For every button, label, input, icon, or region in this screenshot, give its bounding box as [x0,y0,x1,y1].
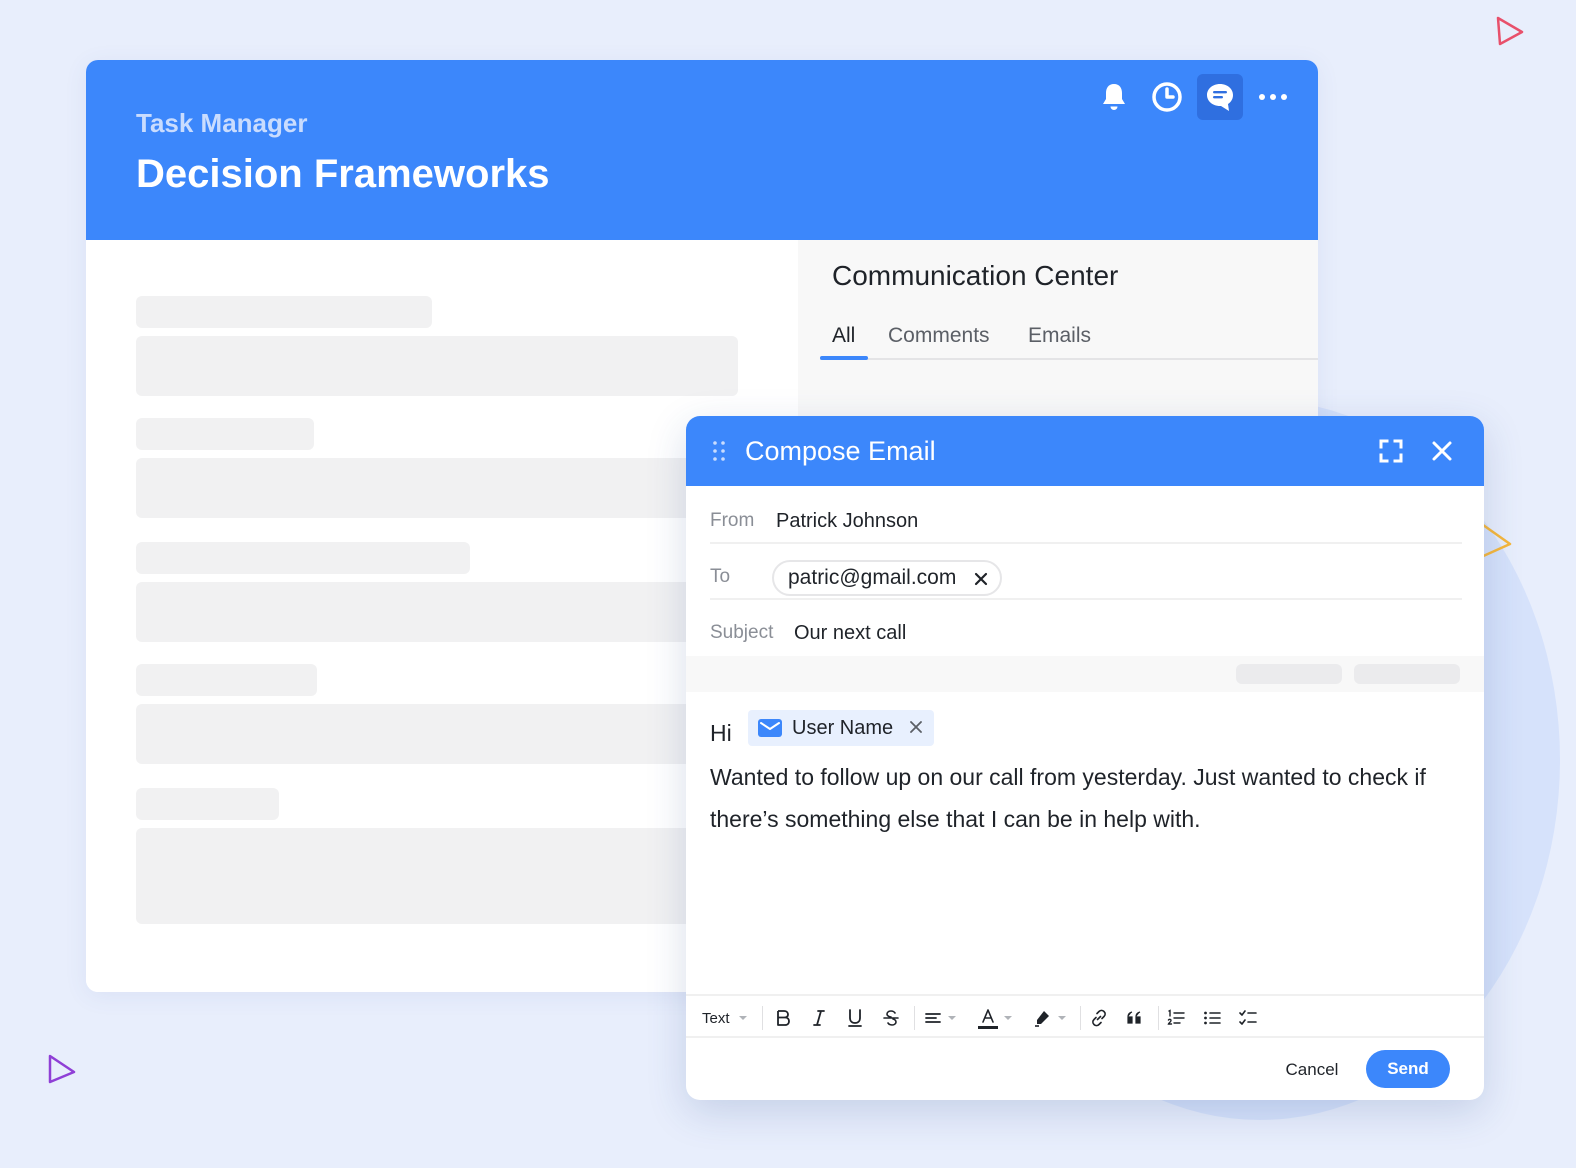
chevron-down-icon [1058,1016,1066,1020]
history-button[interactable] [1144,74,1190,120]
drag-handle-icon[interactable] [712,440,726,464]
skeleton-field [136,336,738,396]
dialog-header[interactable]: Compose Email [686,416,1484,486]
comments-button[interactable] [1197,74,1243,120]
bold-icon [777,1010,790,1026]
app-name: Task Manager [136,108,308,138]
chevron-down-icon [948,1016,956,1020]
mention-name: User Name [792,717,894,739]
checklist-button[interactable] [1238,1004,1258,1032]
highlighter-icon [1035,1011,1049,1027]
remove-mention-icon[interactable] [910,721,922,733]
recipient-email: patric@gmail.com [788,566,957,589]
skeleton-label [136,664,317,696]
link-button[interactable] [1090,1004,1108,1032]
align-dropdown[interactable] [924,1004,958,1032]
dialog-title: Compose Email [745,436,936,466]
subject-label: Subject [710,622,774,643]
toolbar-separator [1080,1006,1081,1030]
page-header: Task Manager Decision Frameworks [86,60,1318,240]
bold-button[interactable] [774,1004,792,1032]
header-actions [1084,74,1296,120]
subject-input[interactable]: Our next call [794,622,906,645]
field-divider [710,542,1462,544]
text-style-label: Text [702,1009,730,1027]
quote-button[interactable] [1126,1004,1144,1032]
expand-icon[interactable] [1378,438,1404,464]
align-left-icon [925,1013,941,1023]
ordered-list-icon [1167,1009,1185,1025]
chat-icon [1207,84,1233,111]
toolbar-separator [762,1006,763,1030]
skeleton-label [136,542,470,574]
compose-email-dialog: Compose Email From Patrick Johnson To pa… [686,416,1484,1100]
user-mention-tag[interactable]: User Name [748,710,934,746]
toolbar-separator [914,1006,915,1030]
email-body[interactable]: Wanted to follow up on our call from yes… [710,756,1450,840]
communication-tabs: All Comments Emails [820,324,1318,360]
more-horizontal-icon [1259,94,1287,100]
tab-comments[interactable]: Comments [876,324,1002,360]
text-color-icon [978,1009,998,1029]
checklist-icon [1239,1010,1257,1025]
triangle-decoration-red [1496,16,1524,46]
formatting-toolbar: Text [686,994,1484,1038]
link-icon [1092,1009,1106,1027]
skeleton-placeholder [1354,664,1460,684]
skeleton-field [136,828,738,924]
send-button[interactable]: Send [1366,1050,1450,1088]
tab-emails[interactable]: Emails [1016,324,1103,360]
tab-label: Emails [1028,324,1092,347]
tab-label: All [832,324,856,347]
field-divider [710,598,1462,600]
italic-button[interactable] [810,1004,828,1032]
skeleton-label [136,296,432,328]
highlight-dropdown[interactable] [1032,1004,1068,1032]
greeting-text: Hi [710,720,732,746]
envelope-icon [758,719,782,737]
skeleton-field [136,704,738,764]
text-style-dropdown[interactable]: Text [702,1004,750,1032]
numbered-list-button[interactable] [1166,1004,1186,1032]
strikethrough-button[interactable] [882,1004,900,1032]
italic-icon [813,1010,825,1026]
bullet-list-icon [1204,1011,1221,1025]
page-title: Decision Frameworks [136,152,550,196]
notifications-button[interactable] [1091,74,1137,120]
close-icon[interactable] [1429,438,1455,464]
remove-recipient-icon[interactable] [974,572,988,586]
triangle-decoration-purple [48,1054,76,1084]
tab-all[interactable]: All [820,324,868,360]
toolbar-separator [1158,1006,1159,1030]
chevron-down-icon [1004,1016,1012,1020]
active-tab-indicator [820,356,868,360]
bell-icon [1103,84,1125,110]
skeleton-label [136,418,314,450]
cancel-button[interactable]: Cancel [1272,1052,1352,1088]
bullet-list-button[interactable] [1202,1004,1222,1032]
to-label: To [710,566,731,587]
underline-icon [848,1009,862,1027]
skeleton-field [136,458,738,518]
underline-button[interactable] [846,1004,864,1032]
quote-icon [1127,1011,1141,1024]
skeleton-placeholder [1236,664,1342,684]
recipient-chip[interactable]: patric@gmail.com [772,560,1003,596]
tab-label: Comments [888,324,990,347]
email-meta-strip [686,656,1484,692]
skeleton-field [136,582,738,642]
from-value: Patrick Johnson [776,510,919,532]
from-label: From [710,510,755,531]
clock-icon [1152,82,1182,112]
strikethrough-icon [883,1010,899,1026]
text-color-dropdown[interactable] [978,1004,1014,1032]
skeleton-label [136,788,279,820]
chevron-down-icon [738,1016,747,1020]
panel-title: Communication Center [832,260,1119,291]
more-options-button[interactable] [1250,74,1296,120]
